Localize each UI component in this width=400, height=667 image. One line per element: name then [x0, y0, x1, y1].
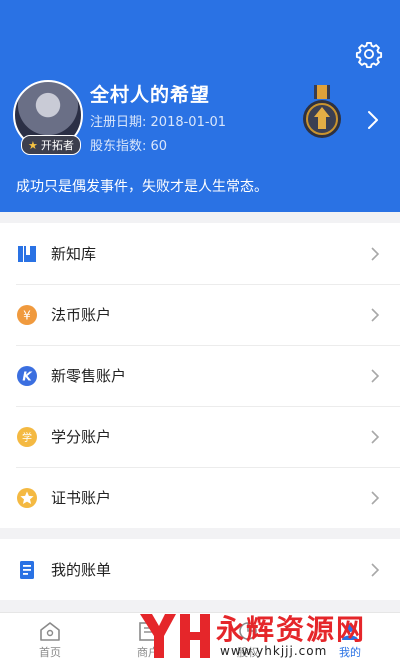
chevron-right-icon[interactable]	[366, 110, 380, 130]
menu-item-label: 证书账户	[51, 489, 112, 507]
pioneer-badge-label: 开拓者	[40, 139, 74, 152]
tab-label: 我的	[339, 646, 361, 659]
k-coin-icon: K	[17, 365, 37, 386]
chevron-right-icon	[371, 429, 380, 444]
me-icon	[342, 624, 358, 640]
menu-item-label: 新零售账户	[51, 367, 127, 385]
tab-label: 商户	[137, 646, 159, 659]
registration-date-label: 注册日期:	[90, 115, 147, 130]
menu-item-knowledge[interactable]: 新知库	[0, 223, 400, 284]
account-menu: 新知库 ¥ 法币账户 K 新零售账户 学 学分账户 证书账户	[0, 223, 400, 528]
menu-item-label: 学分账户	[51, 428, 112, 446]
tab-equity[interactable]: 股权	[208, 613, 288, 667]
chevron-right-icon	[371, 490, 380, 505]
profile-header: ★ 开拓者 全村人的希望 注册日期: 2018-01-01 股东指数: 60 成…	[0, 0, 400, 212]
star-icon: ★	[28, 138, 38, 152]
menu-item-certificate-account[interactable]: 证书账户	[0, 467, 400, 528]
menu-item-my-bill[interactable]: 我的账单	[0, 539, 400, 600]
home-icon	[40, 622, 60, 641]
star-coin-icon	[17, 487, 37, 508]
gear-icon[interactable]	[355, 40, 383, 68]
bill-menu: 我的账单	[0, 539, 400, 600]
bill-icon	[20, 560, 34, 579]
tab-home[interactable]: 首页	[10, 613, 90, 667]
menu-item-fiat-account[interactable]: ¥ 法币账户	[0, 284, 400, 345]
book-icon	[18, 245, 36, 262]
merchant-icon	[139, 622, 157, 641]
shareholder-index: 股东指数: 60	[90, 135, 167, 154]
avatar-container[interactable]: ★ 开拓者	[13, 80, 83, 155]
credit-icon: 学	[17, 426, 37, 447]
tab-label: 股权	[237, 646, 259, 659]
menu-item-retail-account[interactable]: K 新零售账户	[0, 345, 400, 406]
yen-icon: ¥	[17, 304, 37, 325]
tab-label: 首页	[39, 646, 61, 659]
svg-text:¥: ¥	[23, 308, 31, 322]
tab-merchant[interactable]: 商户	[108, 613, 188, 667]
svg-text:学: 学	[22, 431, 32, 444]
bottom-tab-bar: 首页 商户 股权 我的	[0, 612, 400, 667]
shareholder-index-label: 股东指数:	[90, 139, 147, 154]
medal-icon[interactable]	[300, 85, 344, 147]
chevron-right-icon	[371, 562, 380, 577]
chevron-right-icon	[371, 246, 380, 261]
registration-date: 注册日期: 2018-01-01	[90, 111, 226, 130]
menu-item-label: 我的账单	[51, 561, 112, 579]
registration-date-value: 2018-01-01	[150, 115, 227, 130]
menu-item-credit-account[interactable]: 学 学分账户	[0, 406, 400, 467]
shareholder-index-value: 60	[150, 139, 168, 154]
equity-icon	[239, 622, 257, 640]
username: 全村人的希望	[90, 84, 211, 106]
motto: 成功只是偶发事件，失败才是人生常态。	[16, 179, 268, 195]
chevron-right-icon	[371, 307, 380, 322]
pioneer-badge: ★ 开拓者	[21, 135, 81, 155]
menu-item-label: 法币账户	[51, 306, 112, 324]
chevron-right-icon	[371, 368, 380, 383]
tab-me[interactable]: 我的	[310, 613, 390, 667]
menu-item-label: 新知库	[51, 245, 97, 263]
